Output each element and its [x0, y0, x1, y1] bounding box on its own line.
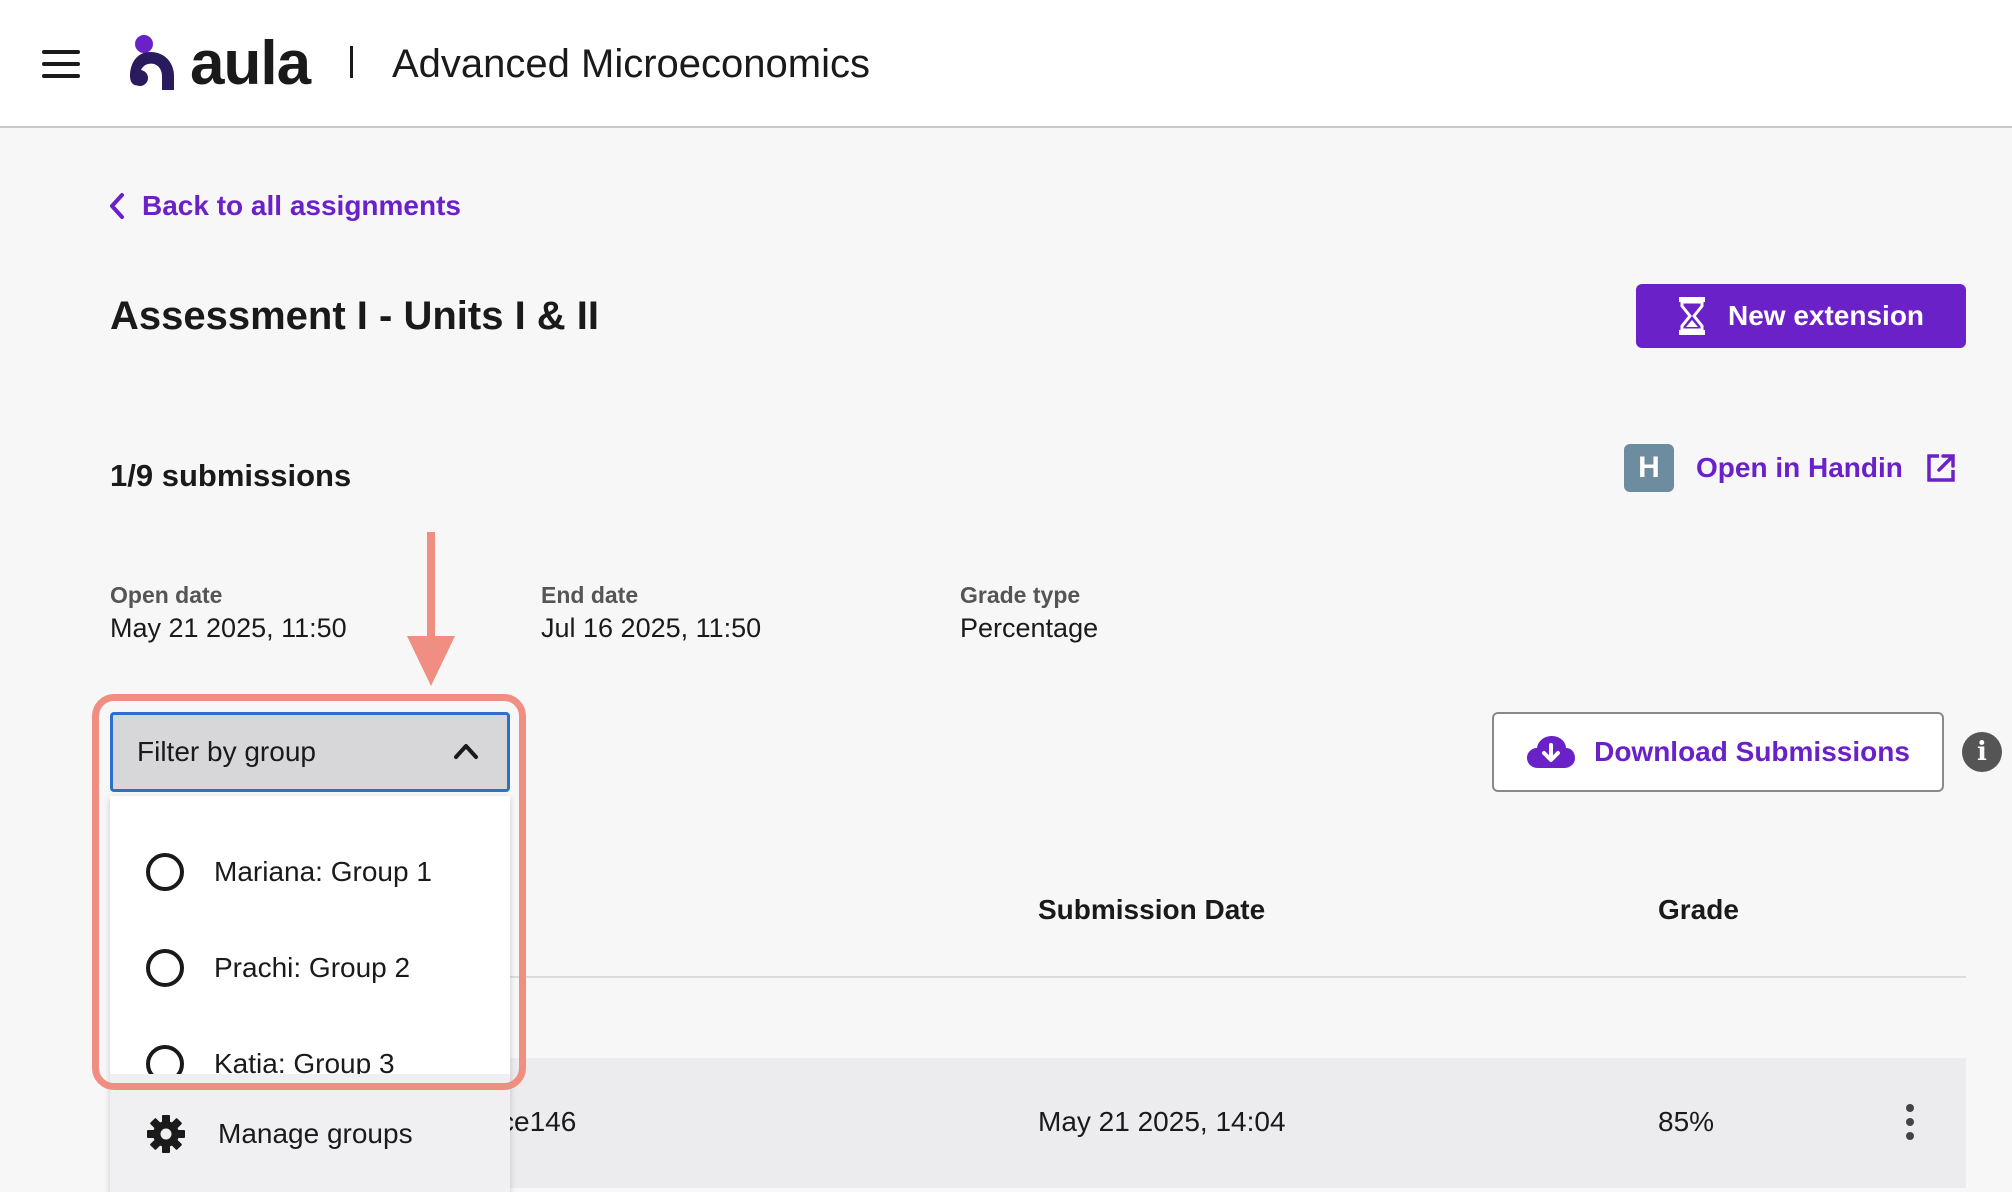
grade-type-label: Grade type	[960, 582, 1081, 608]
chevron-up-icon	[454, 744, 478, 759]
aula-logo-icon	[130, 35, 174, 90]
back-to-assignments-link[interactable]: Back to all assignments	[108, 190, 461, 222]
submission-date-cell: May 21 2025, 14:04	[1038, 1106, 1286, 1137]
column-header-grade[interactable]: Grade	[1658, 894, 1739, 926]
new-extension-label: New extension	[1727, 300, 1925, 331]
download-submissions-label: Download Submissions	[1594, 736, 1910, 767]
info-icon[interactable]: i	[1962, 732, 2002, 772]
end-date-block: End date Jul 16 2025, 11:50	[541, 580, 761, 646]
chevron-left-icon	[110, 193, 124, 219]
aula-logo-text[interactable]: aula	[190, 26, 311, 102]
gear-icon	[147, 1115, 185, 1153]
group-option[interactable]: Mariana: Group 1	[110, 832, 510, 912]
group-option-label: Mariana: Group 1	[214, 856, 432, 887]
page-title: Assessment I - Units I & II	[110, 294, 600, 338]
handin-logo-icon: H	[1624, 444, 1674, 492]
open-date-label: Open date	[110, 582, 223, 608]
open-in-handin-link[interactable]: H Open in Handin	[1624, 444, 1957, 492]
column-header-submission-date[interactable]: Submission Date	[1038, 894, 1265, 926]
grade-cell: 85%	[1658, 1106, 1715, 1137]
cloud-download-icon	[1527, 736, 1576, 768]
external-link-icon	[1927, 454, 1955, 482]
title-separator	[350, 46, 353, 78]
manage-groups-item[interactable]: Manage groups	[110, 1074, 510, 1192]
annotation-arrow-head	[407, 636, 455, 686]
open-in-handin-label: Open in Handin	[1696, 452, 1903, 483]
hourglass-icon	[1678, 297, 1705, 335]
annotation-arrow	[427, 532, 435, 648]
top-bar: aula Advanced Microeconomics	[0, 0, 2012, 128]
course-title: Advanced Microeconomics	[392, 42, 870, 86]
manage-groups-label: Manage groups	[218, 1118, 413, 1149]
submission-count: 1/9 submissions	[110, 458, 352, 493]
hamburger-icon[interactable]	[42, 50, 82, 78]
filter-label: Filter by group	[137, 736, 316, 767]
new-extension-button[interactable]: New extension	[1636, 284, 1966, 348]
kebab-icon[interactable]	[1904, 1104, 1916, 1140]
group-filter-dropdown: Mariana: Group 1 Prachi: Group 2 Katia: …	[110, 796, 510, 1192]
group-option-label: Prachi: Group 2	[214, 952, 411, 983]
student-name-cell: ce146	[500, 1106, 577, 1137]
radio-icon[interactable]	[146, 949, 184, 987]
group-option[interactable]: Prachi: Group 2	[110, 928, 510, 1008]
download-submissions-button[interactable]: Download Submissions	[1492, 712, 1944, 792]
back-link-label: Back to all assignments	[142, 190, 462, 221]
filter-by-group-select[interactable]: Filter by group	[110, 712, 510, 792]
end-date-value: Jul 16 2025, 11:50	[541, 613, 762, 643]
open-date-block: Open date May 21 2025, 11:50	[110, 580, 347, 646]
open-date-value: May 21 2025, 11:50	[110, 613, 347, 643]
grade-type-block: Grade type Percentage	[960, 580, 1098, 646]
radio-icon[interactable]	[146, 853, 184, 891]
grade-type-value: Percentage	[960, 613, 1099, 643]
end-date-label: End date	[541, 582, 639, 608]
